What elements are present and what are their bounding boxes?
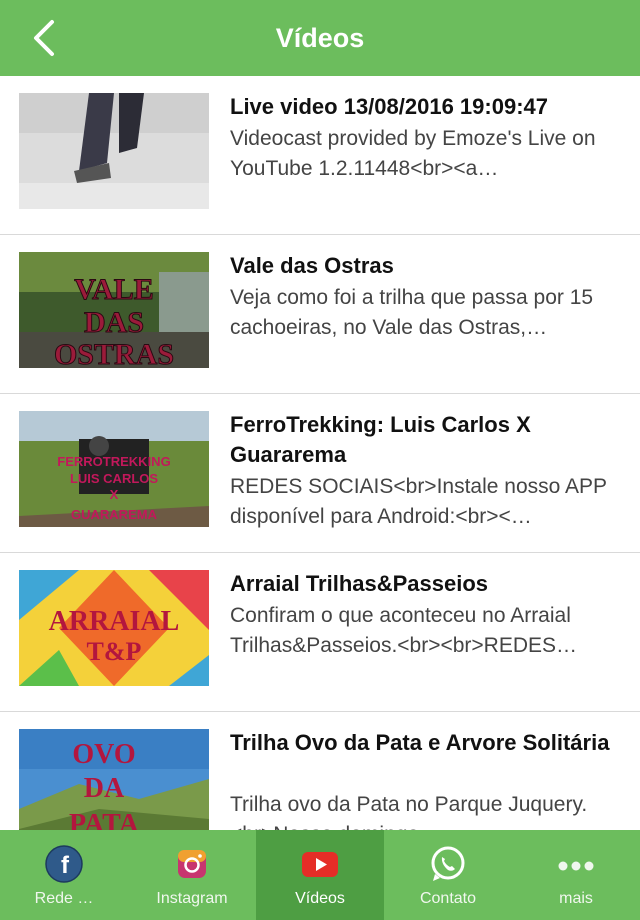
video-list-item[interactable]: Live video 13/08/2016 19:09:47 Videocast… [0,76,640,235]
video-thumbnail: OVO DA PATA [19,729,209,830]
tab-instagram[interactable]: Instagram [128,830,256,920]
video-list-item[interactable]: OVO DA PATA Trilha Ovo da Pata e Arvore … [0,712,640,830]
more-dots-icon [558,861,594,871]
video-list-item[interactable]: ARRAIAL T&P Arraial Trilhas&Passeios Con… [0,553,640,712]
video-thumbnail: FERROTREKKING LUIS CARLOS X GUARAREMA [19,411,209,527]
whatsapp-icon [431,846,465,881]
thumbnail-caption: T&P [87,637,142,666]
video-thumbnail: ARRAIAL T&P [19,570,209,686]
video-list[interactable]: Live video 13/08/2016 19:09:47 Videocast… [0,76,640,830]
video-description: Veja como foi a trilha que passa por 15 … [230,286,594,339]
video-title: FerroTrekking: Luis Carlos X Guararema [230,412,531,467]
thumbnail-caption: VALE [74,273,153,306]
video-thumbnail [19,93,209,209]
tab-facebook[interactable]: f Rede … [0,830,128,920]
thumbnail-caption: OSTRAS [54,338,174,368]
youtube-icon [302,852,338,877]
video-description: Videocast provided by Emoze's Live on Yo… [230,127,596,180]
video-thumbnail: VALE DAS OSTRAS [19,252,209,368]
instagram-icon [178,850,206,878]
tab-more[interactable]: mais [512,830,640,920]
thumbnail-caption: OVO [72,739,135,770]
video-title: Trilha Ovo da Pata e Arvore Solitária [230,730,610,755]
tab-label: mais [559,890,593,907]
tab-videos[interactable]: Vídeos [256,830,384,920]
thumbnail-caption: DAS [84,306,144,339]
bottom-tab-bar: f Rede … Instagram Vídeos Contato mais [0,830,640,920]
thumbnail-caption: LUIS CARLOS [70,471,158,486]
video-description: Confiram o que aconteceu no Arraial Tril… [230,604,578,657]
top-navigation-bar: Vídeos [0,0,640,76]
tab-label: Rede … [34,890,94,907]
thumbnail-caption: ARRAIAL [49,606,180,637]
video-list-item[interactable]: VALE DAS OSTRAS Vale das Ostras Veja com… [0,235,640,394]
page-title: Vídeos [275,23,365,53]
tab-contato[interactable]: Contato [384,830,512,920]
tab-label: Vídeos [295,890,345,907]
thumbnail-caption: DA [84,773,125,804]
thumbnail-caption: PATA [69,809,140,830]
video-list-item[interactable]: FERROTREKKING LUIS CARLOS X GUARAREMA Fe… [0,394,640,553]
facebook-icon: f [45,845,83,883]
svg-text:f: f [61,852,70,879]
video-description: REDES SOCIAIS<br>Instale nosso APP dispo… [230,475,607,528]
thumbnail-caption: FERROTREKKING [57,454,170,469]
tab-label: Contato [419,890,477,907]
video-description: Trilha ovo da Pata no Parque Juquery.<br… [230,793,588,830]
video-title: Live video 13/08/2016 19:09:47 [230,94,548,119]
video-title: Vale das Ostras [230,253,394,278]
thumbnail-caption: X [110,487,119,502]
video-title: Arraial Trilhas&Passeios [230,571,489,596]
thumbnail-caption: GUARAREMA [71,507,158,522]
tab-label: Instagram [156,890,228,907]
